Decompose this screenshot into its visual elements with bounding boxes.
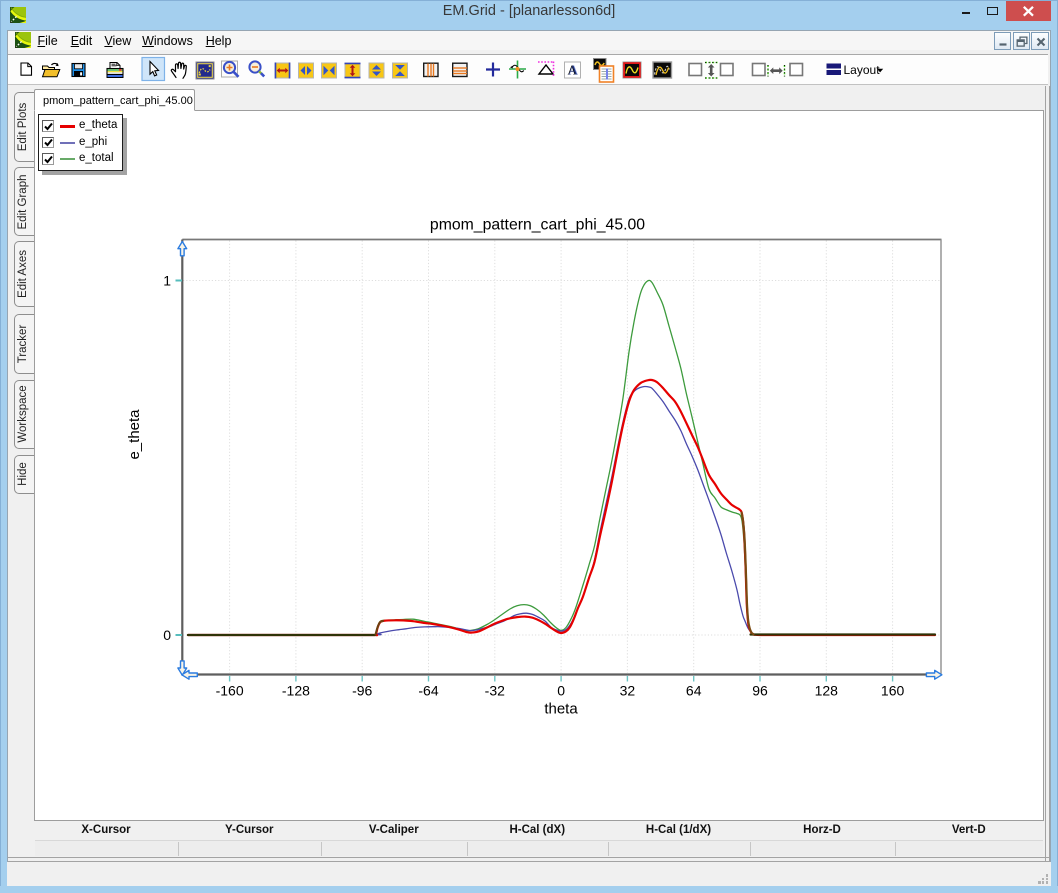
svg-text:0: 0 — [557, 683, 565, 699]
svg-text:-160: -160 — [216, 683, 244, 699]
svg-text:96: 96 — [752, 683, 768, 699]
svg-text:theta: theta — [544, 701, 578, 718]
svg-text:-96: -96 — [352, 683, 372, 699]
svg-text:32: 32 — [620, 683, 636, 699]
svg-text:0: 0 — [163, 627, 171, 643]
svg-text:e_theta: e_theta — [126, 409, 143, 460]
svg-text:1: 1 — [163, 272, 171, 288]
svg-text:-128: -128 — [282, 683, 310, 699]
svg-text:pmom_pattern_cart_phi_45.00: pmom_pattern_cart_phi_45.00 — [430, 217, 645, 234]
svg-text:160: 160 — [881, 683, 905, 699]
svg-text:128: 128 — [815, 683, 839, 699]
svg-text:64: 64 — [686, 683, 702, 699]
svg-text:-64: -64 — [418, 683, 438, 699]
svg-text:-32: -32 — [485, 683, 505, 699]
